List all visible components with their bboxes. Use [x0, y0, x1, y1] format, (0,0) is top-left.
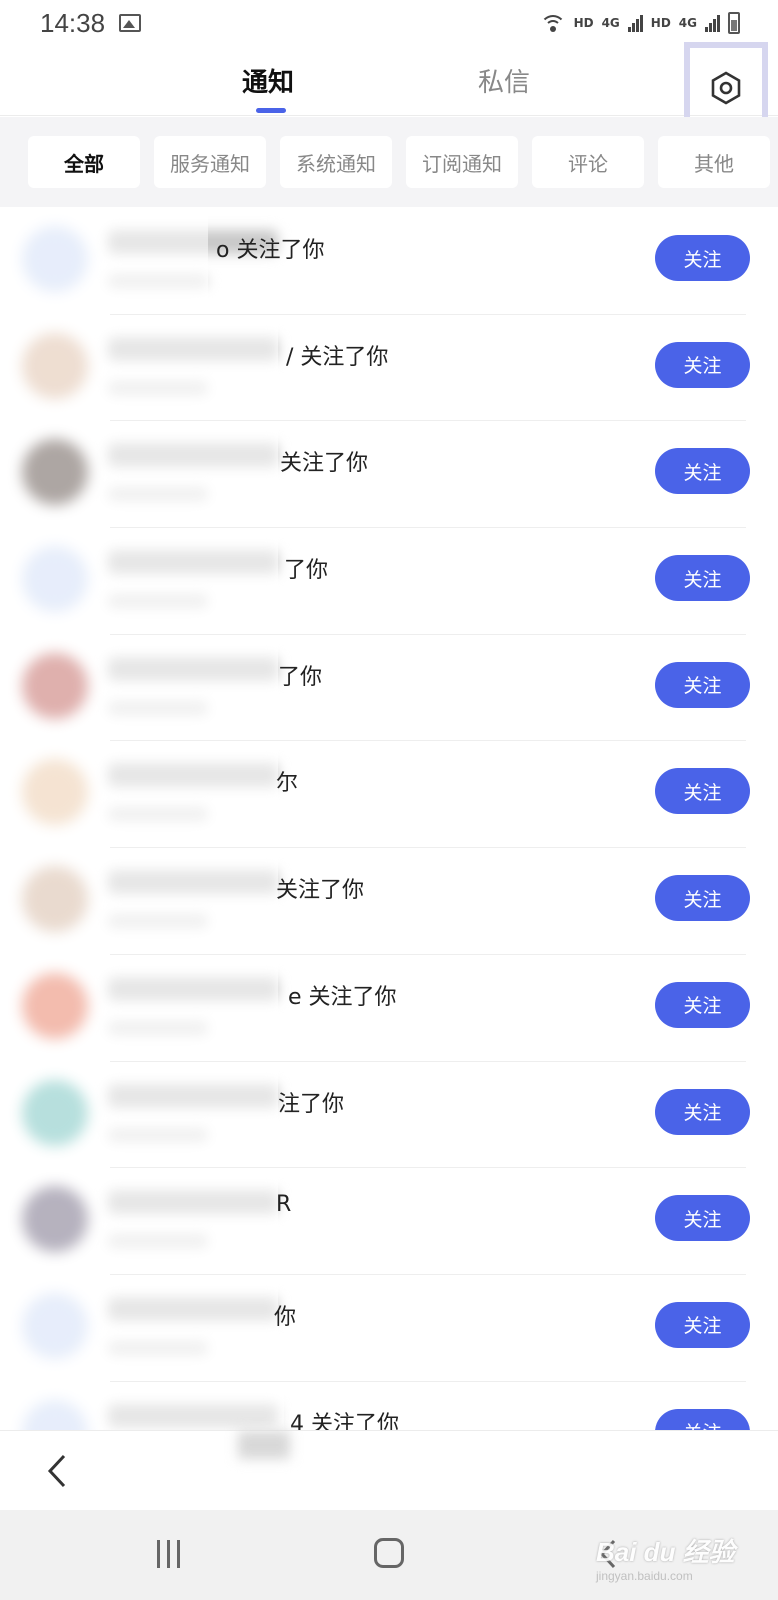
watermark-brand: Bai du 经验: [596, 1537, 735, 1567]
network-4g-label: 4G: [601, 16, 620, 30]
notification-list: o 关注了你 关注 / 关注了你 关注 关注了你 关注 了你 关注 了你 关注尔关注 关注了你 关注 e…: [0, 208, 778, 1430]
watermark: Bai du 经验 jingyan.baidu.com: [596, 1532, 735, 1583]
notification-row[interactable]: R 关注: [0, 1168, 778, 1275]
notification-message: R: [276, 1192, 292, 1218]
watermark-url: jingyan.baidu.com: [596, 1569, 693, 1583]
redaction-overlay: [0, 1381, 284, 1430]
back-arrow-icon[interactable]: [42, 1453, 72, 1489]
follow-button[interactable]: 关注: [655, 555, 750, 602]
settings-hexagon-icon: [711, 71, 741, 105]
redaction-overlay: [0, 1168, 278, 1275]
filter-chip[interactable]: 其他: [658, 136, 770, 188]
filter-chip[interactable]: 订阅通知: [406, 136, 518, 188]
wifi-icon: [539, 13, 566, 33]
redaction-overlay: [0, 634, 278, 742]
notification-row[interactable]: 4 关注了你 关注: [0, 1381, 778, 1430]
redaction-overlay: [0, 421, 278, 529]
follow-button[interactable]: 关注: [655, 1408, 750, 1430]
notification-message: 你: [274, 1304, 297, 1330]
status-bar: 14:38 HD 4G HD 4G: [0, 0, 778, 46]
network-hd-label-2: HD: [650, 16, 671, 30]
filter-bar: 全部 服务通知 系统通知 订阅通知 评论 其他: [0, 117, 778, 207]
home-icon[interactable]: [374, 1538, 404, 1568]
follow-button[interactable]: 关注: [655, 981, 750, 1028]
filter-chip[interactable]: 系统通知: [280, 136, 392, 188]
notification-row[interactable]: o 关注了你 关注: [0, 208, 778, 315]
redaction-overlay: [0, 1274, 278, 1382]
notification-message: 注了你: [278, 1091, 345, 1117]
recent-apps-icon[interactable]: [157, 1540, 180, 1568]
redaction-overlay: [0, 314, 278, 422]
notification-row[interactable]: / 关注了你 关注: [0, 314, 778, 422]
redaction-overlay: [0, 1061, 278, 1169]
notification-row[interactable]: 注了你 关注: [0, 1061, 778, 1169]
status-time: 14:38: [40, 7, 106, 38]
follow-button[interactable]: 关注: [655, 1301, 750, 1348]
redaction-overlay: [0, 741, 278, 849]
tab-notifications[interactable]: 通知: [242, 62, 294, 99]
tab-private-messages[interactable]: 私信: [478, 62, 530, 99]
follow-button[interactable]: 关注: [655, 768, 750, 815]
follow-button[interactable]: 关注: [655, 235, 750, 281]
top-tab-bar: 通知 私信: [0, 42, 778, 134]
filter-chip[interactable]: 服务通知: [154, 136, 266, 188]
active-tab-indicator: [256, 108, 286, 113]
signal-icon-2: [705, 14, 720, 32]
notification-message: 关注了你: [280, 451, 369, 477]
notification-row[interactable]: 关注了你 关注: [0, 421, 778, 529]
notification-message: o 关注了你: [216, 238, 325, 263]
follow-button[interactable]: 关注: [655, 341, 750, 388]
notification-message: 了你: [284, 558, 329, 584]
notification-row[interactable]: 尔 关注: [0, 741, 778, 849]
notification-message: / 关注了你: [286, 344, 389, 370]
redaction-overlay: [0, 954, 278, 1062]
follow-button[interactable]: 关注: [655, 1088, 750, 1135]
notification-message: e 关注了你: [288, 984, 397, 1010]
follow-button[interactable]: 关注: [655, 875, 750, 922]
notification-row[interactable]: e 关注了你 关注: [0, 954, 778, 1062]
notification-message: 4 关注了你: [290, 1411, 399, 1430]
redaction-blur: [238, 1431, 290, 1459]
notification-row[interactable]: 了你 关注: [0, 634, 778, 742]
follow-button[interactable]: 关注: [655, 661, 750, 708]
follow-button[interactable]: 关注: [655, 448, 750, 495]
network-hd-label: HD: [573, 16, 594, 30]
notification-message: 关注了你: [276, 878, 365, 904]
redaction-overlay: [0, 848, 278, 955]
follow-button[interactable]: 关注: [655, 1195, 750, 1242]
notification-message: 尔: [276, 771, 299, 797]
redaction-overlay: [0, 528, 278, 635]
notification-row[interactable]: 了你 关注: [0, 528, 778, 635]
status-indicators: HD 4G HD 4G: [539, 12, 740, 34]
bottom-back-bar: [0, 1430, 778, 1510]
signal-icon: [627, 14, 643, 32]
network-4g-label-2: 4G: [678, 16, 697, 30]
notification-row[interactable]: 关注了你 关注: [0, 848, 778, 955]
battery-icon: [728, 12, 740, 34]
redaction-overlay: [0, 208, 208, 315]
filter-chip[interactable]: 评论: [532, 136, 644, 188]
filter-chip[interactable]: 全部: [28, 136, 140, 188]
notification-message: 了你: [278, 664, 323, 690]
gallery-notification-icon: [119, 14, 142, 32]
notification-row[interactable]: 你 关注: [0, 1274, 778, 1382]
system-navigation-bar: Bai du 经验 jingyan.baidu.com: [0, 1510, 778, 1600]
